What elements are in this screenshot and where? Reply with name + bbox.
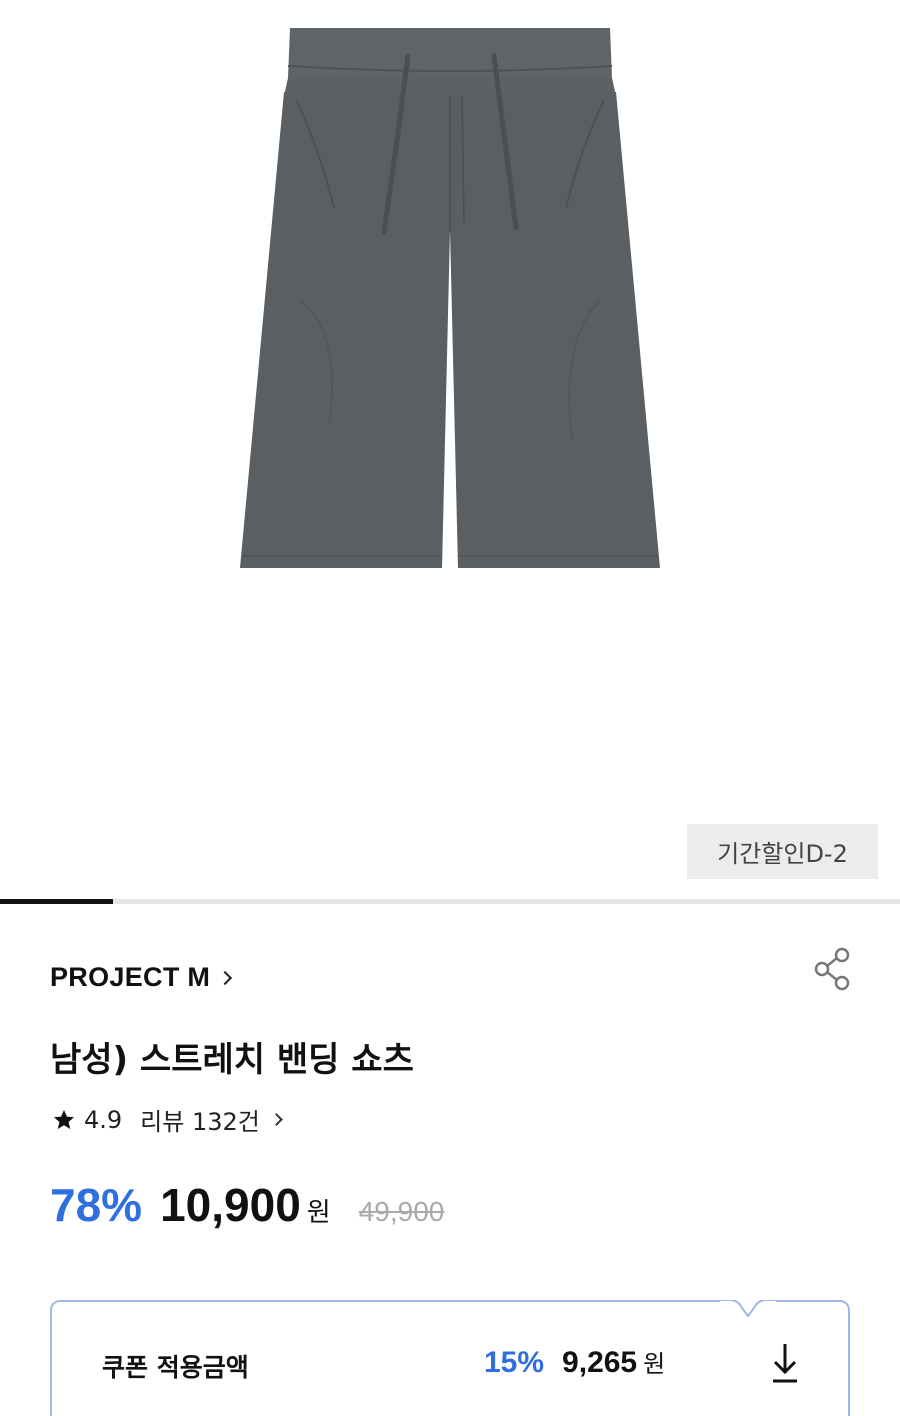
review-count: 리뷰 132건 xyxy=(140,1108,260,1136)
share-icon[interactable] xyxy=(812,946,854,992)
brand-name: PROJECT M xyxy=(50,962,211,992)
star-icon xyxy=(54,1109,74,1129)
shorts-illustration xyxy=(240,28,660,568)
rating-value: 4.9 xyxy=(84,1105,123,1134)
download-icon[interactable] xyxy=(768,1340,802,1386)
coupon-rate: 15% xyxy=(484,1346,545,1379)
image-progress-track xyxy=(0,899,900,904)
coupon-price-box[interactable]: 쿠폰 적용금액 15% 9,265 원 xyxy=(50,1300,850,1416)
product-image[interactable]: 기간할인D-2 xyxy=(0,0,900,898)
coupon-price-row: 15% 9,265 원 xyxy=(484,1344,665,1380)
image-progress-fill xyxy=(0,899,113,904)
brand-link[interactable]: PROJECT M xyxy=(50,962,233,993)
product-title: 남성) 스트레치 밴딩 쇼츠 xyxy=(50,1040,414,1080)
coupon-currency: 원 xyxy=(643,1350,666,1378)
chevron-right-icon xyxy=(218,970,233,985)
price-row: 78% 10,900 원 49,900 xyxy=(50,1178,444,1232)
coupon-notch xyxy=(720,1300,776,1318)
period-discount-badge: 기간할인D-2 xyxy=(687,824,878,879)
chevron-right-icon xyxy=(269,1113,283,1126)
original-price: 49,900 xyxy=(358,1196,445,1227)
sale-price: 10,900 xyxy=(160,1179,301,1231)
currency-unit: 원 xyxy=(306,1198,331,1228)
coupon-price: 9,265 xyxy=(562,1346,638,1379)
discount-rate: 78% xyxy=(50,1179,143,1231)
coupon-label: 쿠폰 적용금액 xyxy=(102,1353,249,1382)
rating-review-link[interactable]: 4.9 리뷰 132건 xyxy=(52,1102,283,1137)
